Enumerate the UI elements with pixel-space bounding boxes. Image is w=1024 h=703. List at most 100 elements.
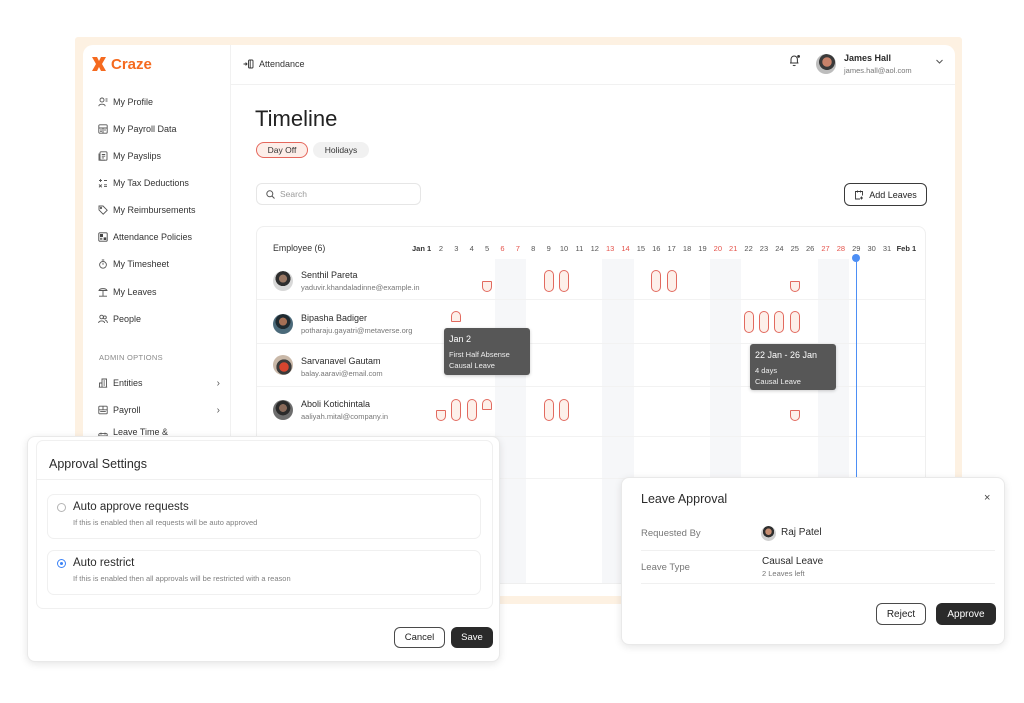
day-label: 2: [438, 244, 444, 253]
day-label: 21: [729, 244, 738, 253]
approve-button[interactable]: Approve: [936, 603, 996, 625]
leave-mark[interactable]: [482, 281, 493, 292]
payslip-icon: [98, 151, 108, 161]
today-marker-dot[interactable]: [852, 254, 861, 262]
leave-mark[interactable]: [774, 311, 785, 333]
sidebar-item-my-timesheet[interactable]: My Timesheet: [98, 257, 220, 271]
people-icon: [98, 314, 108, 324]
day-label: 6: [500, 244, 505, 253]
payroll-data-icon: [98, 124, 108, 134]
employee-name: Sarvanavel Gautam: [301, 356, 381, 366]
day-label: 10: [559, 244, 569, 253]
day-label: 20: [713, 244, 722, 253]
sidebar-item-my-reimbursements[interactable]: My Reimbursements: [98, 203, 220, 217]
sidebar-item-attendance-policies[interactable]: Attendance Policies: [98, 230, 220, 244]
employee-name: Bipasha Badiger: [301, 313, 368, 323]
sidebar-item-my-payroll-data[interactable]: My Payroll Data: [98, 122, 220, 136]
tooltip-title: Jan 2: [449, 334, 472, 344]
day-label: 16: [652, 244, 661, 253]
leaves-left: 2 Leaves left: [762, 569, 805, 578]
leave-mark[interactable]: [789, 281, 800, 292]
tab-holidays[interactable]: Holidays: [313, 142, 369, 158]
employee-name: Aboli Kotichintala: [301, 399, 371, 409]
notification-bell-icon[interactable]: [788, 54, 801, 67]
day-label: 4: [469, 244, 474, 253]
day-label: 26: [805, 244, 815, 253]
option-label: Auto restrict: [73, 557, 135, 569]
leave-mark[interactable]: [466, 399, 477, 421]
employee-row[interactable]: Aboli Kotichintala aaliyah.mital@company…: [257, 386, 925, 434]
sidebar-item-entities[interactable]: Entities ›: [98, 376, 220, 390]
sidebar-toggle-icon[interactable]: [243, 59, 254, 69]
sidebar-item-my-profile[interactable]: My Profile: [98, 95, 220, 109]
tooltip-title: 22 Jan - 26 Jan: [755, 350, 818, 360]
day-label: 9: [546, 244, 551, 253]
radio-auto-approve[interactable]: [57, 503, 66, 512]
policy-icon: [98, 232, 108, 242]
leave-mark[interactable]: [543, 399, 554, 421]
day-label: 24: [775, 244, 784, 253]
leave-mark[interactable]: [559, 270, 570, 292]
employee-row[interactable]: Bipasha Badiger potharaju.gayatri@metave…: [257, 299, 925, 349]
leave-type-label: Leave Type: [641, 562, 690, 573]
sidebar-item-label: Payroll: [113, 405, 141, 415]
sidebar-item-my-payslips[interactable]: My Payslips: [98, 149, 220, 163]
user-icon: [98, 97, 108, 107]
save-button[interactable]: Save: [451, 627, 493, 648]
requester-avatar: [761, 526, 776, 541]
requester-name: Raj Patel: [781, 527, 822, 538]
employee-name: Senthil Pareta: [301, 270, 358, 280]
leave-mark[interactable]: [543, 270, 554, 292]
approval-settings-title: Approval Settings: [49, 457, 147, 471]
leave-mark[interactable]: [451, 399, 462, 421]
close-icon[interactable]: ×: [984, 492, 990, 504]
sidebar-item-people[interactable]: People: [98, 312, 220, 326]
leave-mark[interactable]: [451, 311, 462, 322]
reject-button[interactable]: Reject: [876, 603, 926, 625]
breadcrumb: Attendance: [243, 57, 305, 70]
day-label: 25: [790, 244, 799, 253]
employee-email: potharaju.gayatri@metaverse.org: [301, 326, 413, 335]
page-title: Timeline: [255, 106, 338, 131]
search-input[interactable]: [280, 189, 410, 199]
logo[interactable]: Craze: [91, 55, 152, 73]
add-calendar-icon: [855, 190, 864, 199]
option-auto-restrict[interactable]: Auto restrict If this is enabled then al…: [47, 550, 481, 595]
sidebar-item-label: My Tax Deductions: [113, 178, 189, 188]
cancel-button[interactable]: Cancel: [394, 627, 445, 648]
tab-day-off[interactable]: Day Off: [256, 142, 308, 158]
craze-logo-icon: [92, 57, 106, 71]
sidebar-item-my-tax-deductions[interactable]: My Tax Deductions: [98, 176, 220, 190]
chevron-down-icon[interactable]: [935, 57, 944, 66]
sidebar-item-label: People: [113, 314, 142, 324]
option-description: If this is enabled then all approvals wi…: [73, 574, 291, 583]
leave-mark[interactable]: [651, 270, 662, 292]
payroll-icon: [98, 405, 108, 415]
user-name: James Hall: [844, 53, 892, 63]
sidebar-item-label: Attendance Policies: [113, 232, 193, 242]
leave-mark[interactable]: [666, 270, 677, 292]
employee-count-header: Employee (6): [273, 243, 326, 253]
sidebar-item-payroll[interactable]: Payroll ›: [98, 403, 220, 417]
add-leaves-label: Add Leaves: [869, 189, 917, 200]
palm-tree-icon: [98, 288, 108, 297]
option-auto-approve[interactable]: Auto approve requests If this is enabled…: [47, 494, 481, 539]
employee-email: balay.aaravi@email.com: [301, 369, 383, 378]
leave-mark[interactable]: [789, 410, 800, 421]
leave-mark[interactable]: [559, 399, 570, 421]
user-avatar[interactable]: [816, 54, 836, 74]
leave-tooltip: Jan 2 First Half Absense Causal Leave: [444, 328, 530, 375]
leave-mark[interactable]: [758, 311, 769, 333]
add-leaves-button[interactable]: Add Leaves: [844, 183, 927, 206]
leave-mark[interactable]: [789, 311, 800, 333]
leave-mark[interactable]: [436, 410, 446, 421]
leave-mark[interactable]: [482, 399, 493, 410]
radio-auto-restrict[interactable]: [57, 559, 66, 568]
breadcrumb-section: Attendance: [259, 58, 305, 69]
day-label: Jan 1: [412, 244, 432, 253]
search-field[interactable]: [256, 183, 421, 205]
day-label: Feb 1: [896, 244, 917, 253]
leave-mark[interactable]: [743, 311, 754, 333]
sidebar-item-my-leaves[interactable]: My Leaves: [98, 285, 220, 299]
employee-row[interactable]: Senthil Pareta yaduvir.khandaladinne@exa…: [257, 263, 925, 299]
